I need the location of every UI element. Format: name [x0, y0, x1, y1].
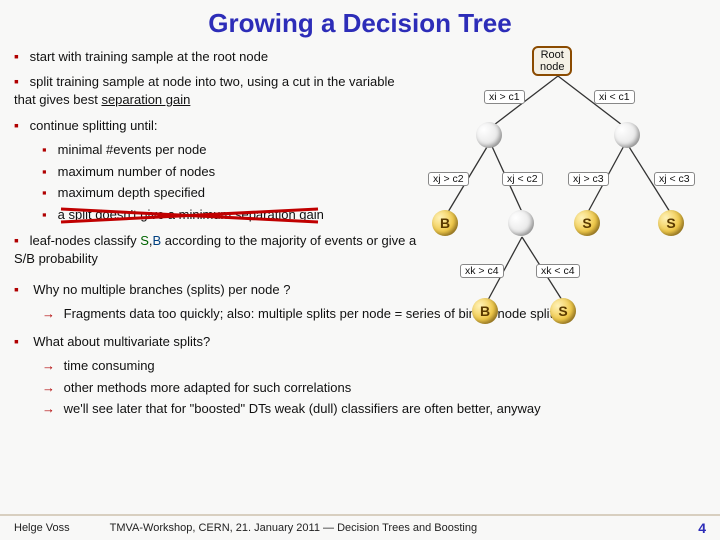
- tree-internal-node: [508, 210, 534, 236]
- sub-no-gain: ▪ a split doesn't give a minimum separat…: [42, 206, 442, 224]
- footer-venue: TMVA-Workshop, CERN, 21. January 2011 ― …: [110, 522, 477, 534]
- tree-root-node: Root node: [532, 46, 572, 76]
- page-number: 4: [698, 520, 706, 536]
- footer-author: Helge Voss: [14, 522, 70, 534]
- answer-q2-3: → we'll see later that for "boosted" DTs…: [42, 400, 706, 418]
- sub-min-events: ▪ minimal #events per node: [42, 141, 442, 159]
- sub-max-nodes: ▪ maximum number of nodes: [42, 163, 442, 181]
- cut-c3r: xj < c3: [654, 172, 695, 186]
- footer: Helge Voss TMVA-Workshop, CERN, 21. Janu…: [0, 514, 720, 536]
- tree-internal-node: [476, 122, 502, 148]
- cut-c4r: xk < c4: [536, 264, 580, 278]
- page-title: Growing a Decision Tree: [0, 0, 720, 39]
- leaf-s: S: [658, 210, 684, 236]
- cut-c3l: xj > c3: [568, 172, 609, 186]
- bullet-continue: ▪ continue splitting until:: [14, 116, 419, 135]
- cut-c4l: xk > c4: [460, 264, 504, 278]
- cut-c1l: xi > c1: [484, 90, 525, 104]
- cut-c2l: xj > c2: [428, 172, 469, 186]
- tree-internal-node: [614, 122, 640, 148]
- cut-c2r: xj < c2: [502, 172, 543, 186]
- leaf-s: S: [574, 210, 600, 236]
- sub-max-depth: ▪ maximum depth specified: [42, 184, 442, 202]
- bullet-leaf: ▪ leaf-nodes classify S,B according to t…: [14, 231, 419, 267]
- leaf-b: B: [472, 298, 498, 324]
- bullet-split: ▪ split training sample at node into two…: [14, 72, 419, 108]
- cut-c1r: xi < c1: [594, 90, 635, 104]
- tree-diagram: Root node xi > c1 xi < c1 xj > c2 xj < c…: [410, 42, 712, 362]
- answer-q2-2: → other methods more adapted for such co…: [42, 379, 706, 397]
- leaf-s: S: [550, 298, 576, 324]
- leaf-b: B: [432, 210, 458, 236]
- bullet-start: ▪ start with training sample at the root…: [14, 47, 419, 66]
